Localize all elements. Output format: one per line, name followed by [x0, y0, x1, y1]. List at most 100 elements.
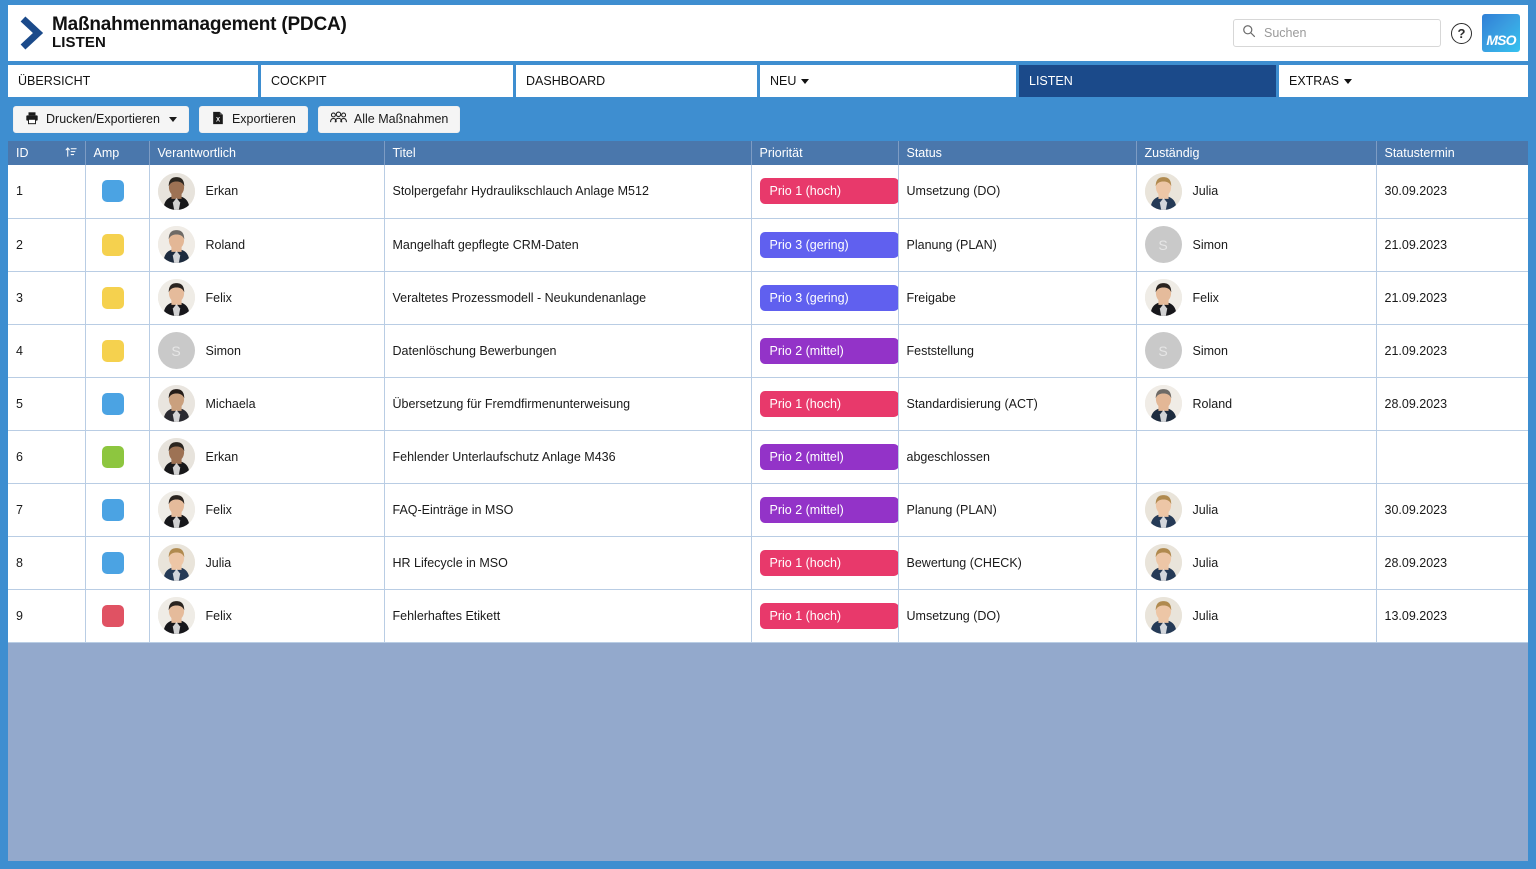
table-row[interactable]: 1 Erkan Stolpergefahr Hydraulikschlauch An… — [8, 165, 1528, 218]
chevron-right-icon — [16, 13, 46, 53]
verantwortlich-name: Simon — [206, 344, 241, 358]
avatar — [158, 279, 195, 316]
export-label: Exportieren — [232, 112, 296, 126]
cell-titel[interactable]: Veraltetes Prozessmodell - Neukundenanla… — [384, 271, 751, 324]
person: Roland — [1145, 385, 1368, 422]
verantwortlich-name: Michaela — [206, 397, 256, 411]
tab-dashboard-label: DASHBOARD — [526, 74, 605, 88]
column-header-statustermin[interactable]: Statustermin — [1376, 141, 1528, 165]
cell-titel[interactable]: Fehlerhaftes Etikett — [384, 589, 751, 642]
cell-zustaendig: SSimon — [1136, 324, 1376, 377]
avatar — [158, 173, 195, 210]
cell-titel[interactable]: Mangelhaft gepflegte CRM-Daten — [384, 218, 751, 271]
avatar — [158, 597, 195, 634]
avatar — [1145, 385, 1182, 422]
cell-status: Feststellung — [898, 324, 1136, 377]
column-header-id[interactable]: ID — [8, 141, 85, 165]
person: Julia — [158, 544, 376, 581]
zustaendig-name: Julia — [1193, 556, 1219, 570]
amp-indicator-blue — [102, 180, 124, 202]
cell-statustermin: 13.09.2023 — [1376, 589, 1528, 642]
cell-amp — [85, 218, 149, 271]
chevron-down-icon — [801, 79, 809, 84]
tab-neu-label: NEU — [770, 74, 796, 88]
column-header-verantwortlich[interactable]: Verantwortlich — [149, 141, 384, 165]
person: SSimon — [158, 332, 376, 369]
tab-listen[interactable]: LISTEN — [1019, 65, 1276, 97]
cell-zustaendig — [1136, 430, 1376, 483]
amp-indicator-blue — [102, 393, 124, 415]
cell-id: 1 — [8, 165, 85, 218]
cell-status: Umsetzung (DO) — [898, 589, 1136, 642]
cell-titel[interactable]: Stolpergefahr Hydraulikschlauch Anlage M… — [384, 165, 751, 218]
cell-prioritaet: Prio 1 (hoch) — [751, 377, 898, 430]
cell-zustaendig: SSimon — [1136, 218, 1376, 271]
zustaendig-name: Simon — [1193, 238, 1228, 252]
avatar — [158, 491, 195, 528]
cell-titel[interactable]: FAQ-Einträge in MSO — [384, 483, 751, 536]
verantwortlich-name: Erkan — [206, 184, 239, 198]
cell-prioritaet: Prio 2 (mittel) — [751, 324, 898, 377]
column-header-amp[interactable]: Amp — [85, 141, 149, 165]
cell-verantwortlich: SSimon — [149, 324, 384, 377]
table-row[interactable]: 2RolandMangelhaft gepflegte CRM-DatenPri… — [8, 218, 1528, 271]
measures-table-container: ID Amp Verantwor — [8, 141, 1528, 861]
cell-status: Bewertung (CHECK) — [898, 536, 1136, 589]
table-row[interactable]: 6ErkanFehlender Unterlaufschutz Anlage M… — [8, 430, 1528, 483]
table-row[interactable]: 3FelixVeraltetes Prozessmodell - Neukund… — [8, 271, 1528, 324]
table-row[interactable]: 8JuliaHR Lifecycle in MSOPrio 1 (hoch)Be… — [8, 536, 1528, 589]
cell-statustermin: 21.09.2023 — [1376, 324, 1528, 377]
page-title-sub: LISTEN — [52, 35, 347, 52]
cell-status: abgeschlossen — [898, 430, 1136, 483]
cell-titel[interactable]: HR Lifecycle in MSO — [384, 536, 751, 589]
cell-titel[interactable]: Fehlender Unterlaufschutz Anlage M436 — [384, 430, 751, 483]
search-input[interactable] — [1264, 26, 1432, 40]
cell-id: 5 — [8, 377, 85, 430]
tab-cockpit[interactable]: COCKPIT — [261, 65, 513, 97]
cell-amp — [85, 165, 149, 218]
cell-amp — [85, 589, 149, 642]
all-measures-button[interactable]: Alle Maßnahmen — [318, 106, 461, 133]
person: Erkan — [158, 438, 376, 475]
column-header-zustaendig[interactable]: Zuständig — [1136, 141, 1376, 165]
cell-titel[interactable]: Datenlöschung Bewerbungen — [384, 324, 751, 377]
verantwortlich-name: Felix — [206, 503, 232, 517]
priority-badge: Prio 3 (gering) — [760, 285, 899, 311]
tab-uebersicht[interactable]: ÜBERSICHT — [8, 65, 258, 97]
avatar — [158, 544, 195, 581]
table-row[interactable]: 5 Michaela Übersetzung für Fremdfirmenunte… — [8, 377, 1528, 430]
cell-zustaendig: Julia — [1136, 483, 1376, 536]
sort-ascending-icon[interactable] — [65, 146, 77, 161]
cell-statustermin: 28.09.2023 — [1376, 377, 1528, 430]
tab-dashboard[interactable]: DASHBOARD — [516, 65, 757, 97]
avatar — [1145, 597, 1182, 634]
avatar: S — [1145, 332, 1182, 369]
print-export-button[interactable]: Drucken/Exportieren — [13, 106, 189, 133]
export-button[interactable]: X Exportieren — [199, 106, 308, 133]
tab-extras[interactable]: EXTRAS — [1279, 65, 1528, 97]
main-navigation-tabs: ÜBERSICHT COCKPIT DASHBOARD NEU LISTEN E… — [8, 65, 1528, 97]
table-row[interactable]: 4SSimonDatenlöschung BewerbungenPrio 2 (… — [8, 324, 1528, 377]
cell-status: Planung (PLAN) — [898, 483, 1136, 536]
cell-verantwortlich: Felix — [149, 271, 384, 324]
cell-zustaendig: Julia — [1136, 589, 1376, 642]
column-header-titel[interactable]: Titel — [384, 141, 751, 165]
person: Julia — [1145, 597, 1368, 634]
avatar — [1145, 279, 1182, 316]
table-row[interactable]: 9FelixFehlerhaftes EtikettPrio 1 (hoch)U… — [8, 589, 1528, 642]
column-header-prioritaet[interactable]: Priorität — [751, 141, 898, 165]
help-icon[interactable]: ? — [1451, 23, 1472, 44]
tab-neu[interactable]: NEU — [760, 65, 1016, 97]
cell-amp — [85, 377, 149, 430]
cell-titel[interactable]: Übersetzung für Fremdfirmenunterweisung — [384, 377, 751, 430]
priority-badge: Prio 1 (hoch) — [760, 603, 899, 629]
cell-statustermin — [1376, 430, 1528, 483]
column-header-id-label: ID — [16, 146, 29, 160]
zustaendig-name: Felix — [1193, 291, 1219, 305]
search-box[interactable] — [1233, 19, 1441, 47]
column-header-status[interactable]: Status — [898, 141, 1136, 165]
cell-statustermin: 21.09.2023 — [1376, 218, 1528, 271]
verantwortlich-name: Roland — [206, 238, 246, 252]
table-row[interactable]: 7FelixFAQ-Einträge in MSOPrio 2 (mittel)… — [8, 483, 1528, 536]
cell-amp — [85, 324, 149, 377]
